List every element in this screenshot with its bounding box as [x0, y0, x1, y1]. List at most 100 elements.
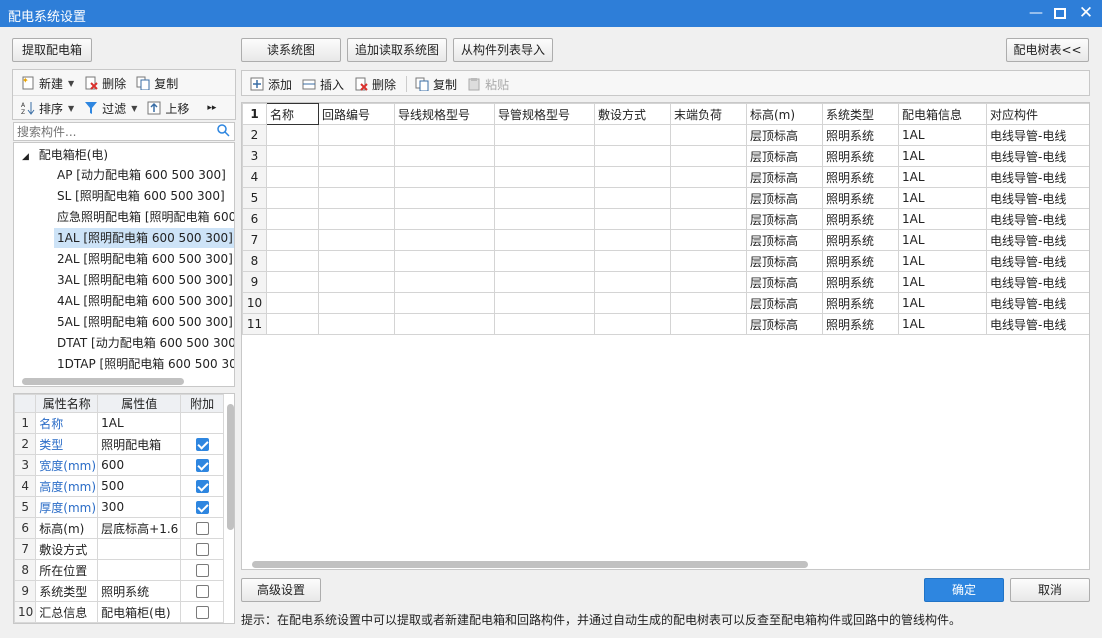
- advanced-settings-button[interactable]: 高级设置: [241, 578, 321, 602]
- tree-item[interactable]: 1DTAP [照明配电箱 600 500 300]: [54, 354, 234, 374]
- grid-cell[interactable]: 电线导管-电线: [986, 187, 1089, 209]
- grid-cell[interactable]: [394, 166, 495, 188]
- grid-cell[interactable]: 1AL: [898, 292, 987, 314]
- grid-horizontal-scrollbar[interactable]: [252, 561, 808, 568]
- grid-cell[interactable]: 层顶标高: [746, 187, 823, 209]
- tree-item[interactable]: 应急照明配电箱 [照明配电箱 600 500 300]: [54, 207, 234, 227]
- property-value[interactable]: 照明配电箱: [97, 433, 182, 455]
- grid-cell[interactable]: 照明系统: [822, 250, 899, 272]
- grid-cell[interactable]: 1AL: [898, 166, 987, 188]
- grid-cell[interactable]: 层顶标高: [746, 271, 823, 293]
- grid-cell[interactable]: 1AL: [898, 124, 987, 146]
- grid-cell[interactable]: [494, 271, 595, 293]
- grid-cell[interactable]: [594, 250, 671, 272]
- grid-cell[interactable]: [670, 166, 747, 188]
- grid-cell[interactable]: [670, 292, 747, 314]
- read-diagram-button[interactable]: 读系统图: [241, 38, 341, 62]
- grid-header-cell[interactable]: 标高(m): [746, 103, 823, 125]
- property-value[interactable]: 1AL: [97, 412, 182, 434]
- grid-cell[interactable]: [266, 124, 319, 146]
- grid-cell[interactable]: 层顶标高: [746, 229, 823, 251]
- grid-cell[interactable]: 层顶标高: [746, 313, 823, 335]
- grid-cell[interactable]: 电线导管-电线: [986, 292, 1089, 314]
- grid-cell[interactable]: [494, 166, 595, 188]
- grid-cell[interactable]: [266, 313, 319, 335]
- property-value[interactable]: [97, 538, 182, 560]
- extra-checkbox[interactable]: [195, 585, 209, 598]
- extra-checkbox[interactable]: [195, 501, 209, 514]
- grid-cell[interactable]: [394, 313, 495, 335]
- grid-header-cell[interactable]: 对应构件: [986, 103, 1089, 125]
- grid-cell[interactable]: 层顶标高: [746, 166, 823, 188]
- grid-header-cell[interactable]: 系统类型: [822, 103, 899, 125]
- grid-cell[interactable]: [266, 187, 319, 209]
- extra-checkbox[interactable]: [195, 564, 209, 577]
- append-read-diagram-button[interactable]: 追加读取系统图: [347, 38, 447, 62]
- grid-cell[interactable]: 电线导管-电线: [986, 229, 1089, 251]
- filter-button[interactable]: 过滤 ▼: [80, 97, 141, 119]
- move-up-button[interactable]: 上移: [143, 97, 193, 119]
- grid-cell[interactable]: [318, 229, 395, 251]
- grid-cell[interactable]: 1AL: [898, 271, 987, 293]
- grid-cell[interactable]: [266, 166, 319, 188]
- grid-header-cell[interactable]: 回路编号: [318, 103, 395, 125]
- grid-cell[interactable]: [594, 208, 671, 230]
- grid-cell[interactable]: 电线导管-电线: [986, 208, 1089, 230]
- grid-cell[interactable]: [594, 229, 671, 251]
- delete-button[interactable]: 删除: [80, 72, 130, 94]
- property-value[interactable]: 层底标高+1.6: [97, 517, 182, 539]
- grid-cell[interactable]: 层顶标高: [746, 292, 823, 314]
- grid-cell[interactable]: [266, 229, 319, 251]
- grid-cell[interactable]: 照明系统: [822, 208, 899, 230]
- cancel-button[interactable]: 取消: [1010, 578, 1090, 602]
- grid-cell[interactable]: [594, 124, 671, 146]
- grid-cell[interactable]: [318, 145, 395, 167]
- grid-cell[interactable]: [670, 229, 747, 251]
- grid-cell[interactable]: 照明系统: [822, 187, 899, 209]
- copy-button[interactable]: 复制: [132, 72, 182, 94]
- grid-cell[interactable]: 照明系统: [822, 166, 899, 188]
- extra-checkbox[interactable]: [195, 606, 209, 619]
- grid-cell[interactable]: [394, 229, 495, 251]
- grid-cell[interactable]: [494, 124, 595, 146]
- tree-horizontal-scrollbar[interactable]: [22, 378, 184, 385]
- grid-cell[interactable]: [670, 313, 747, 335]
- grid-cell[interactable]: [394, 250, 495, 272]
- grid-cell[interactable]: 照明系统: [822, 313, 899, 335]
- tree-item[interactable]: SL [照明配电箱 600 500 300]: [54, 186, 228, 206]
- tree-item[interactable]: AP [动力配电箱 600 500 300]: [54, 165, 229, 185]
- grid-cell[interactable]: [670, 145, 747, 167]
- tree-item[interactable]: 2AL [照明配电箱 600 500 300]: [54, 249, 234, 269]
- property-vertical-scrollbar[interactable]: [227, 404, 234, 530]
- grid-cell[interactable]: 照明系统: [822, 229, 899, 251]
- grid-cell[interactable]: [670, 250, 747, 272]
- grid-cell[interactable]: 照明系统: [822, 292, 899, 314]
- tree-item[interactable]: DTAT [动力配电箱 600 500 300]: [54, 333, 234, 353]
- grid-cell[interactable]: [494, 145, 595, 167]
- grid-cell[interactable]: [670, 208, 747, 230]
- tree-item[interactable]: 4AL [照明配电箱 600 500 300]: [54, 291, 234, 311]
- grid-cell[interactable]: [594, 187, 671, 209]
- import-from-list-button[interactable]: 从构件列表导入: [453, 38, 553, 62]
- grid-cell[interactable]: 电线导管-电线: [986, 145, 1089, 167]
- grid-header-cell[interactable]: 敷设方式: [594, 103, 671, 125]
- grid-header-cell[interactable]: 末端负荷: [670, 103, 747, 125]
- grid-cell[interactable]: 1AL: [898, 313, 987, 335]
- grid-cell[interactable]: [318, 250, 395, 272]
- grid-cell[interactable]: [670, 124, 747, 146]
- tree-root[interactable]: ◢ 配电箱柜(电): [22, 146, 108, 163]
- grid-cell[interactable]: 电线导管-电线: [986, 271, 1089, 293]
- property-value[interactable]: 配电箱柜(电): [97, 601, 182, 623]
- tree-item[interactable]: 5AL [照明配电箱 600 500 300]: [54, 312, 234, 332]
- close-icon[interactable]: ✕: [1074, 3, 1098, 23]
- grid-cell[interactable]: [266, 145, 319, 167]
- search-icon[interactable]: [217, 124, 230, 140]
- grid-cell[interactable]: [594, 166, 671, 188]
- grid-cell[interactable]: [318, 292, 395, 314]
- grid-cell[interactable]: 电线导管-电线: [986, 124, 1089, 146]
- distribution-tree-toggle-button[interactable]: 配电树表<<: [1006, 38, 1089, 62]
- sort-button[interactable]: AZ 排序 ▼: [17, 97, 78, 119]
- grid-cell[interactable]: [494, 313, 595, 335]
- grid-cell[interactable]: [266, 271, 319, 293]
- grid-cell[interactable]: [266, 250, 319, 272]
